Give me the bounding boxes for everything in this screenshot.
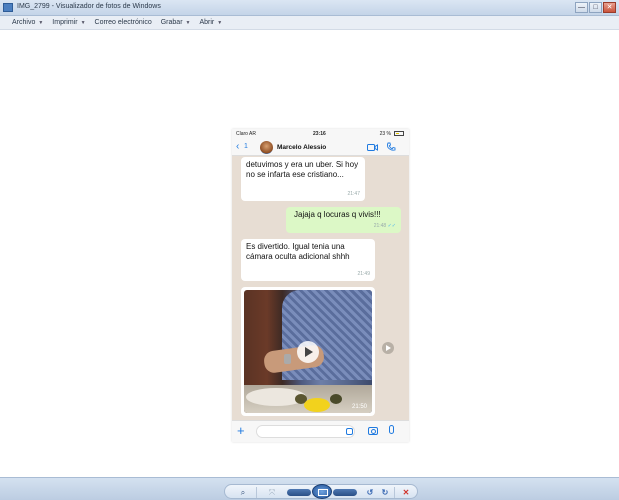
- plus-icon: +: [237, 423, 245, 438]
- window-title: IMG_2799 - Visualizador de fotos de Wind…: [17, 3, 161, 10]
- chevron-down-icon: ▼: [80, 19, 86, 26]
- message-composer: +: [232, 420, 409, 442]
- menu-correo-label: Correo electrónico: [94, 19, 152, 26]
- message-bubble-incoming: Es divertido. Igual tenia una cámara ocu…: [241, 239, 375, 281]
- video-time: 21:50: [351, 404, 367, 410]
- menu-grabar[interactable]: Grabar ▼: [161, 19, 191, 26]
- read-ticks-icon: ✓✓: [387, 223, 396, 229]
- previous-button[interactable]: [287, 489, 311, 496]
- video-call-icon: [367, 144, 378, 151]
- next-button[interactable]: [333, 489, 357, 496]
- rotate-right-icon[interactable]: ↻: [380, 487, 390, 498]
- photo-viewer-app-icon: [3, 3, 13, 12]
- toolbar-divider: [256, 487, 257, 498]
- message-time: 21:47: [347, 191, 360, 197]
- menu-imprimir[interactable]: Imprimir ▼: [52, 19, 85, 26]
- toolbar-controls: ⌕ ⤧ ↺ ↻ ✕: [224, 484, 418, 499]
- slideshow-button[interactable]: [312, 484, 332, 499]
- displayed-image-whatsapp-chat: Claro AR 23:16 23 % ‹ 1 Marcelo Alessio …: [232, 129, 409, 442]
- menu-grabar-label: Grabar: [160, 19, 183, 26]
- microphone-icon: [389, 425, 394, 434]
- delete-icon[interactable]: ✕: [401, 487, 411, 498]
- maximize-button[interactable]: □: [589, 2, 602, 13]
- chevron-down-icon: ▼: [38, 19, 44, 26]
- menu-imprimir-label: Imprimir: [52, 19, 78, 26]
- play-icon: [297, 341, 319, 363]
- forward-icon: [382, 342, 394, 354]
- camera-icon: [368, 427, 378, 435]
- zoom-icon[interactable]: ⌕: [235, 487, 251, 498]
- close-button[interactable]: ✕: [603, 2, 616, 13]
- message-input: [256, 425, 355, 438]
- message-bubble-outgoing: Jajaja q locuras q vivis!!! 21:48 ✓✓: [286, 207, 401, 233]
- actual-size-icon[interactable]: ⤧: [266, 487, 278, 498]
- window-titlebar: IMG_2799 - Visualizador de fotos de Wind…: [0, 0, 619, 16]
- carrier-label: Claro AR: [236, 131, 257, 137]
- video-message: 21:50: [241, 287, 375, 416]
- menubar: Archivo ▼ Imprimir ▼ Correo electrónico …: [0, 16, 619, 30]
- minimize-button[interactable]: —: [575, 2, 588, 13]
- unread-count: 1: [244, 143, 248, 150]
- thumbnail-lemon: [304, 398, 330, 412]
- message-text: detuvimos y era un uber. Si hoy no se in…: [246, 160, 359, 179]
- battery-icon: [394, 131, 404, 136]
- menu-correo[interactable]: Correo electrónico: [95, 19, 152, 26]
- contact-name: Marcelo Alessio: [277, 144, 327, 151]
- video-thumbnail: 21:50: [244, 290, 372, 413]
- message-time-value: 21:48: [373, 223, 387, 229]
- thumbnail-watch: [284, 354, 291, 364]
- message-text: Es divertido. Igual tenia una cámara ocu…: [246, 242, 350, 261]
- back-chevron-icon: ‹: [236, 141, 240, 152]
- chevron-down-icon: ▼: [217, 19, 223, 26]
- battery-label: 23 %: [379, 131, 391, 137]
- chat-header: ‹ 1 Marcelo Alessio: [232, 139, 409, 156]
- window-controls: — □ ✕: [575, 2, 616, 13]
- phone-status-bar: Claro AR 23:16 23 %: [232, 129, 409, 139]
- menu-archivo[interactable]: Archivo ▼: [12, 19, 43, 26]
- rotate-left-icon[interactable]: ↺: [365, 487, 375, 498]
- toolbar-divider: [394, 487, 395, 498]
- message-bubble-incoming: detuvimos y era un uber. Si hoy no se in…: [241, 157, 365, 201]
- contact-avatar: [260, 141, 273, 154]
- image-viewer-canvas: Claro AR 23:16 23 % ‹ 1 Marcelo Alessio …: [0, 31, 619, 477]
- thumbnail-olive: [330, 394, 342, 404]
- chevron-down-icon: ▼: [185, 19, 191, 26]
- message-time: 21:48 ✓✓: [374, 221, 396, 231]
- message-text: Jajaja q locuras q vivis!!!: [294, 210, 381, 219]
- clock-label: 23:16: [313, 131, 326, 137]
- message-time: 21:49: [357, 271, 370, 277]
- menu-archivo-label: Archivo: [12, 19, 36, 26]
- viewer-toolbar: ⌕ ⤧ ↺ ↻ ✕: [0, 477, 619, 500]
- menu-abrir-label: Abrir: [199, 19, 215, 26]
- menu-abrir[interactable]: Abrir ▼: [199, 19, 222, 26]
- phone-call-icon: [387, 142, 396, 151]
- sticker-icon: [346, 428, 353, 435]
